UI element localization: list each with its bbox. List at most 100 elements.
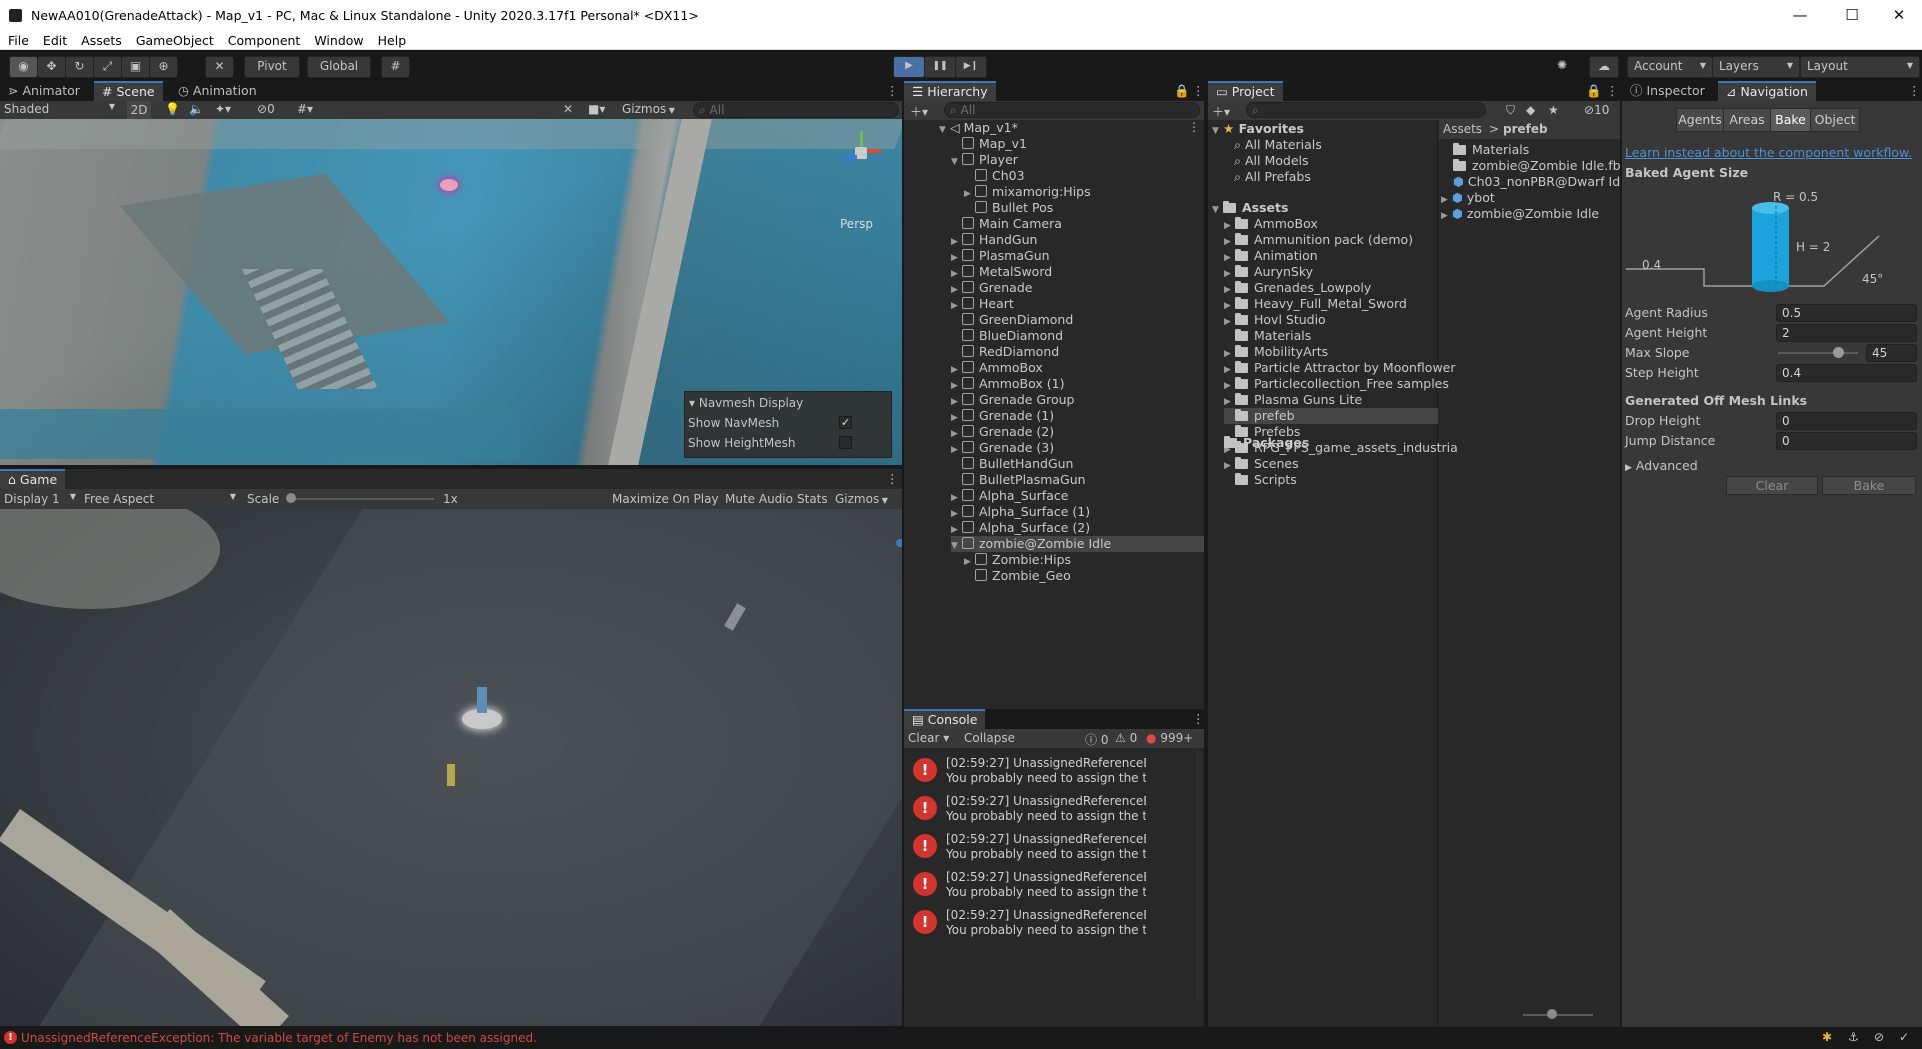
project-file-item[interactable]: Materials — [1453, 142, 1529, 158]
shading-mode-dropdown[interactable]: Shaded ▼ — [4, 102, 119, 116]
tools-icon[interactable]: ✕ — [563, 102, 573, 116]
advanced-foldout[interactable]: ▶ Advanced — [1625, 458, 1698, 473]
tab-animator[interactable]: ⋗ Animator — [0, 81, 88, 101]
transform-tool-icon[interactable]: ⊕ — [149, 56, 178, 78]
project-create-button[interactable]: ＋▾ — [1212, 103, 1230, 120]
console-entry[interactable]: ! [02:59:27] UnassignedReferenceException… — [904, 829, 1146, 867]
rect-tool-icon[interactable]: ▣ — [121, 56, 150, 78]
object-button[interactable]: Object — [1810, 108, 1860, 132]
custom-tool-icon[interactable]: ✕ — [205, 56, 234, 78]
tab-animation[interactable]: ◷ Animation — [170, 81, 265, 101]
asset-folder-item[interactable]: ▶ AurynSky — [1224, 264, 1313, 280]
panel-menu-icon[interactable]: ⋮ — [878, 469, 907, 489]
project-file-item[interactable]: ▶ ⬢ zombie@Zombie Idle — [1441, 206, 1599, 222]
scene-menu-icon[interactable]: ⋮ — [1188, 120, 1200, 134]
hierarchy-item[interactable]: ▶ Alpha_Surface (1) — [951, 504, 1090, 520]
hierarchy-item[interactable]: ▶ Grenade (2) — [951, 424, 1054, 440]
scene-search-input[interactable]: ⌕ All — [693, 102, 899, 118]
hierarchy-item[interactable]: ▶ Zombie:Hips — [964, 552, 1071, 568]
mute-audio-toggle[interactable]: Mute Audio — [725, 492, 793, 506]
hierarchy-item[interactable]: ▶ Grenade (1) — [951, 408, 1054, 424]
menu-component[interactable]: Component — [221, 31, 308, 50]
favorite-item[interactable]: ⌕ All Prefabs — [1234, 169, 1311, 185]
hierarchy-item[interactable]: Bullet Pos — [964, 200, 1053, 216]
asset-folder-item[interactable]: ▶ Particle Attractor by Moonflower — [1224, 360, 1456, 376]
warning-filter[interactable]: ⚠ 0 — [1115, 731, 1137, 745]
asset-folder-item[interactable]: ▶ Animation — [1224, 248, 1318, 264]
favorites-header[interactable]: ▼ ★ Favorites — [1212, 121, 1304, 137]
console-entry[interactable]: ! [02:59:27] UnassignedReferenceException… — [904, 905, 1146, 943]
agents-button[interactable]: Agents — [1676, 108, 1724, 132]
agent-radius-field[interactable]: 0.5 — [1776, 304, 1917, 322]
show-navmesh-checkbox[interactable]: ✓ — [839, 416, 852, 429]
scene-viewport[interactable]: Persp ▾ Navmesh Display Show NavMesh ✓ S… — [0, 119, 902, 465]
hierarchy-item[interactable]: ▶ Grenade — [951, 280, 1032, 296]
scene-gizmo[interactable] — [835, 129, 885, 184]
log-filter[interactable]: ⓘ 0 — [1085, 731, 1108, 748]
panel-menu-icon[interactable]: ⋮ — [878, 81, 907, 101]
asset-folder-item[interactable]: ▶ Grenades_Lowpoly — [1224, 280, 1371, 296]
tab-hierarchy[interactable]: ☰ Hierarchy — [904, 81, 996, 103]
hierarchy-item[interactable]: RedDiamond — [951, 344, 1059, 360]
project-file-item[interactable]: ▶ ⬢ ybot — [1441, 190, 1495, 206]
max-slope-field[interactable]: 45 — [1866, 344, 1917, 362]
hierarchy-item[interactable]: Ch03 — [964, 168, 1025, 184]
hierarchy-item[interactable]: Zombie_Geo — [964, 568, 1071, 584]
menu-help[interactable]: Help — [371, 31, 414, 50]
drop-height-field[interactable]: 0 — [1776, 412, 1917, 430]
asset-folder-item[interactable]: ▶ Scenes — [1224, 456, 1299, 472]
search-by-type-icon[interactable]: ⛉ — [1506, 103, 1515, 118]
maximize-on-play-toggle[interactable]: Maximize On Play — [612, 492, 719, 506]
2d-toggle[interactable]: 2D — [127, 101, 151, 119]
icon-size-slider[interactable] — [1523, 1014, 1593, 1016]
component-workflow-link[interactable]: Learn instead about the component workfl… — [1625, 145, 1912, 160]
asset-folder-item[interactable]: ▶ Hovl Studio — [1224, 312, 1326, 328]
aspect-dropdown[interactable]: Free Aspect ▼ — [84, 492, 236, 506]
project-file-item[interactable]: ⬢ Ch03_nonPBR@Dwarf Idle — [1453, 174, 1620, 190]
progress-icon[interactable]: ✓ — [1899, 1030, 1909, 1044]
clear-button[interactable]: Clear — [1726, 476, 1818, 495]
view-tool-icon[interactable]: ◉ — [9, 56, 38, 78]
asset-folder-item[interactable]: prefeb — [1224, 408, 1438, 424]
chevron-down-icon[interactable]: ▼ — [951, 154, 961, 170]
play-button[interactable]: ▶ — [893, 56, 925, 78]
minimize-button[interactable]: — — [1777, 0, 1823, 31]
bake-button[interactable]: Bake — [1822, 476, 1916, 495]
scale-slider[interactable] — [292, 498, 434, 500]
hierarchy-item[interactable]: ▶ mixamorig:Hips — [964, 184, 1091, 200]
hierarchy-item[interactable]: ▼ Player — [951, 152, 1018, 168]
hierarchy-item[interactable]: GreenDiamond — [951, 312, 1073, 328]
hierarchy-item[interactable]: ▶ HandGun — [951, 232, 1037, 248]
tab-navigation[interactable]: ⊿ Navigation — [1718, 81, 1816, 103]
assets-header[interactable]: ▼ Assets — [1212, 200, 1288, 216]
asset-folder-item[interactable]: ▶ AmmoBox — [1224, 216, 1318, 232]
search-by-label-icon[interactable]: ◆ — [1526, 103, 1535, 117]
rotate-tool-icon[interactable]: ↻ — [65, 56, 94, 78]
hierarchy-item[interactable]: Map_v1 — [951, 136, 1027, 152]
hierarchy-item[interactable]: ▶ PlasmaGun — [951, 248, 1050, 264]
breadcrumb-current[interactable]: prefeb — [1503, 122, 1548, 136]
panel-menu-icon[interactable]: ⋮ — [1900, 81, 1922, 101]
icon-size-slider-handle[interactable] — [1547, 1009, 1557, 1019]
hierarchy-item[interactable]: ▶ Alpha_Surface — [951, 488, 1068, 504]
gizmos-dropdown[interactable]: Gizmos ▼ — [622, 102, 684, 116]
project-file-item[interactable]: zombie@Zombie Idle.fbm — [1453, 158, 1620, 174]
lighting-icon[interactable]: 💡 — [165, 102, 180, 116]
hierarchy-item[interactable]: ▶ Grenade (3) — [951, 440, 1054, 456]
agent-height-field[interactable]: 2 — [1776, 324, 1917, 342]
global-toggle[interactable]: Global — [307, 56, 371, 78]
create-button[interactable]: ＋▾ — [910, 103, 928, 120]
console-entry[interactable]: ! [02:59:27] UnassignedReferenceException… — [904, 791, 1146, 829]
hierarchy-item[interactable]: ▶ AmmoBox (1) — [951, 376, 1064, 392]
menu-gameobject[interactable]: GameObject — [129, 31, 221, 50]
hierarchy-item[interactable]: ▶ Grenade Group — [951, 392, 1074, 408]
areas-button[interactable]: Areas — [1723, 108, 1771, 132]
error-filter[interactable]: ● 999+ — [1146, 731, 1193, 745]
hierarchy-item[interactable]: ▶ MetalSword — [951, 264, 1052, 280]
menu-window[interactable]: Window — [307, 31, 370, 50]
camera-icon[interactable]: ■▾ — [588, 102, 605, 116]
hierarchy-item[interactable]: BulletHandGun — [951, 456, 1073, 472]
grid-icon[interactable]: #▾ — [297, 102, 313, 116]
favorite-item[interactable]: ⌕ All Models — [1234, 153, 1309, 169]
max-slope-slider[interactable] — [1778, 352, 1858, 354]
